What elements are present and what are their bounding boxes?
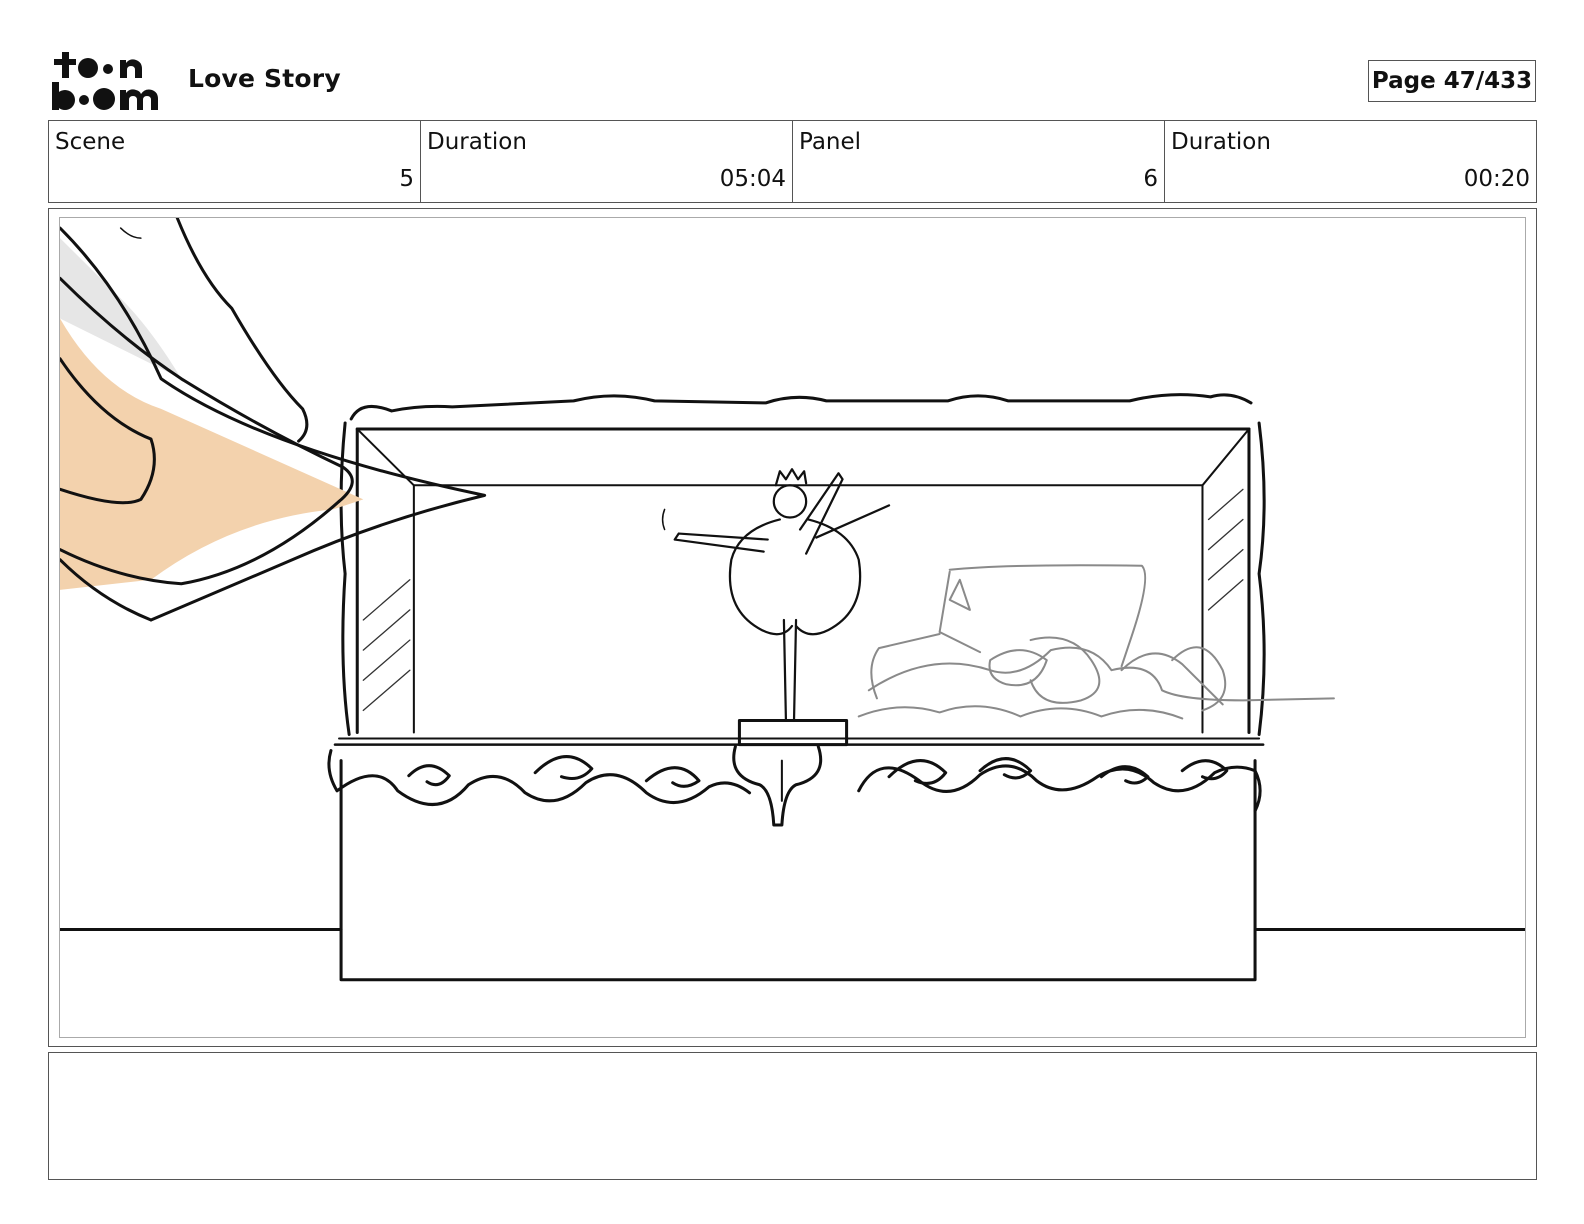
scene-duration-value: 05:04 [719, 166, 786, 192]
storyboard-panel [48, 208, 1537, 1047]
panel-label: Panel [799, 129, 862, 155]
panel-duration-cell: Duration 00:20 [1165, 121, 1536, 202]
scene-duration-cell: Duration 05:04 [421, 121, 793, 202]
page-indicator: Page 47/433 [1368, 60, 1536, 102]
scene-label: Scene [55, 129, 126, 155]
scene-cell: Scene 5 [49, 121, 421, 202]
page-label: Page [1371, 68, 1436, 94]
project-title: Love Story [188, 64, 341, 93]
panel-duration-label: Duration [1171, 129, 1271, 155]
panel-duration-value: 00:20 [1463, 166, 1530, 192]
panel-drawing-area [59, 217, 1526, 1038]
page-number: 47/433 [1443, 68, 1533, 94]
panel-cell: Panel 6 [793, 121, 1165, 202]
panel-notes [48, 1052, 1537, 1180]
scene-duration-label: Duration [427, 129, 527, 155]
scene-value: 5 [399, 166, 414, 192]
music-box-sketch [60, 218, 1525, 982]
toon-boom-logo [50, 50, 166, 112]
scene-info-table: Scene 5 Duration 05:04 Panel 6 Duration … [48, 120, 1537, 203]
panel-value: 6 [1143, 166, 1158, 192]
